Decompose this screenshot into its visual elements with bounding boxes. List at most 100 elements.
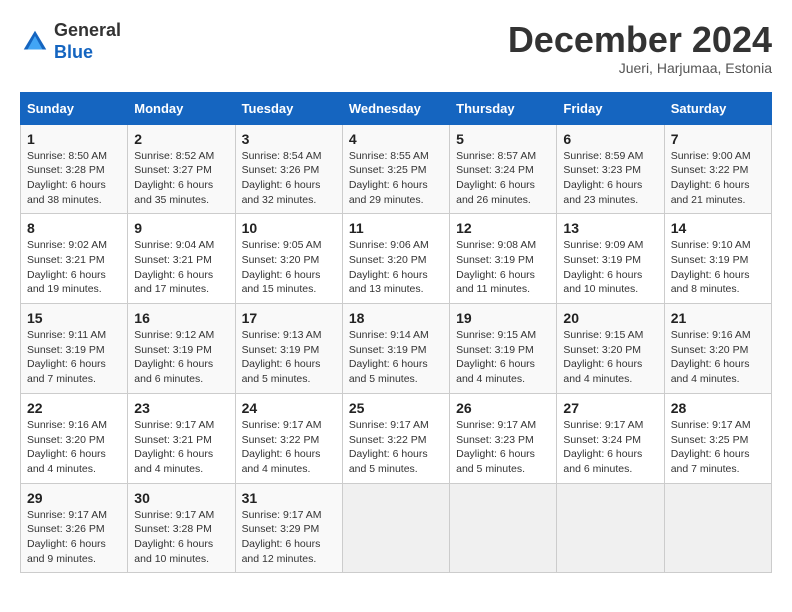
day-number: 18 bbox=[349, 310, 443, 326]
day-number: 13 bbox=[563, 220, 657, 236]
logo-blue: Blue bbox=[54, 42, 121, 64]
location-subtitle: Jueri, Harjumaa, Estonia bbox=[508, 60, 772, 76]
calendar-cell: 3Sunrise: 8:54 AM Sunset: 3:26 PM Daylig… bbox=[235, 124, 342, 214]
logo-text: General Blue bbox=[54, 20, 121, 63]
day-number: 30 bbox=[134, 490, 228, 506]
day-info: Sunrise: 9:02 AM Sunset: 3:21 PM Dayligh… bbox=[27, 238, 121, 297]
day-info: Sunrise: 9:00 AM Sunset: 3:22 PM Dayligh… bbox=[671, 149, 765, 208]
day-number: 14 bbox=[671, 220, 765, 236]
title-area: December 2024 Jueri, Harjumaa, Estonia bbox=[508, 20, 772, 76]
day-number: 6 bbox=[563, 131, 657, 147]
day-number: 3 bbox=[242, 131, 336, 147]
calendar-cell: 13 Sunrise: 9:09 AM Sunset: 3:19 PM Dayli… bbox=[557, 214, 664, 304]
logo-general: General bbox=[54, 20, 121, 42]
calendar-cell: 18Sunrise: 9:14 AM Sunset: 3:19 PM Dayli… bbox=[342, 304, 449, 394]
day-info: Sunrise: 9:12 AM Sunset: 3:19 PM Dayligh… bbox=[134, 328, 228, 387]
calendar-cell bbox=[664, 483, 771, 573]
calendar-cell: 2 Sunrise: 8:52 AM Sunset: 3:27 PM Daylig… bbox=[128, 124, 235, 214]
day-number: 17 bbox=[242, 310, 336, 326]
day-number: 23 bbox=[134, 400, 228, 416]
calendar-cell: 26Sunrise: 9:17 AM Sunset: 3:23 PM Dayli… bbox=[450, 393, 557, 483]
weekday-header: Sunday bbox=[21, 92, 128, 124]
weekday-header: Friday bbox=[557, 92, 664, 124]
day-number: 5 bbox=[456, 131, 550, 147]
calendar-week-row: 1 Sunrise: 8:50 AM Sunset: 3:28 PM Daylig… bbox=[21, 124, 772, 214]
day-info: Sunrise: 9:08 AM Sunset: 3:19 PM Dayligh… bbox=[456, 238, 550, 297]
calendar-cell: 17Sunrise: 9:13 AM Sunset: 3:19 PM Dayli… bbox=[235, 304, 342, 394]
day-number: 31 bbox=[242, 490, 336, 506]
day-info: Sunrise: 9:17 AM Sunset: 3:21 PM Dayligh… bbox=[134, 418, 228, 477]
day-info: Sunrise: 8:52 AM Sunset: 3:27 PM Dayligh… bbox=[134, 149, 228, 208]
day-info: Sunrise: 9:10 AM Sunset: 3:19 PM Dayligh… bbox=[671, 238, 765, 297]
day-number: 27 bbox=[563, 400, 657, 416]
calendar-table: SundayMondayTuesdayWednesdayThursdayFrid… bbox=[20, 92, 772, 574]
calendar-cell: 12 Sunrise: 9:08 AM Sunset: 3:19 PM Dayli… bbox=[450, 214, 557, 304]
calendar-cell: 7 Sunrise: 9:00 AM Sunset: 3:22 PM Daylig… bbox=[664, 124, 771, 214]
day-info: Sunrise: 9:15 AM Sunset: 3:19 PM Dayligh… bbox=[456, 328, 550, 387]
day-number: 19 bbox=[456, 310, 550, 326]
calendar-cell: 16 Sunrise: 9:12 AM Sunset: 3:19 PM Dayli… bbox=[128, 304, 235, 394]
day-number: 16 bbox=[134, 310, 228, 326]
calendar-week-row: 29 Sunrise: 9:17 AM Sunset: 3:26 PM Dayli… bbox=[21, 483, 772, 573]
day-info: Sunrise: 9:17 AM Sunset: 3:22 PM Dayligh… bbox=[242, 418, 336, 477]
day-number: 28 bbox=[671, 400, 765, 416]
day-info: Sunrise: 9:17 AM Sunset: 3:26 PM Dayligh… bbox=[27, 508, 121, 567]
page-header: General Blue December 2024 Jueri, Harjum… bbox=[20, 20, 772, 76]
weekday-header: Thursday bbox=[450, 92, 557, 124]
day-number: 2 bbox=[134, 131, 228, 147]
day-info: Sunrise: 9:17 AM Sunset: 3:24 PM Dayligh… bbox=[563, 418, 657, 477]
day-number: 11 bbox=[349, 220, 443, 236]
logo-icon bbox=[20, 27, 50, 57]
day-number: 7 bbox=[671, 131, 765, 147]
day-info: Sunrise: 9:17 AM Sunset: 3:29 PM Dayligh… bbox=[242, 508, 336, 567]
day-number: 25 bbox=[349, 400, 443, 416]
calendar-week-row: 8 Sunrise: 9:02 AM Sunset: 3:21 PM Daylig… bbox=[21, 214, 772, 304]
day-number: 1 bbox=[27, 131, 121, 147]
calendar-cell: 29 Sunrise: 9:17 AM Sunset: 3:26 PM Dayli… bbox=[21, 483, 128, 573]
day-info: Sunrise: 9:17 AM Sunset: 3:25 PM Dayligh… bbox=[671, 418, 765, 477]
calendar-cell bbox=[450, 483, 557, 573]
day-info: Sunrise: 8:50 AM Sunset: 3:28 PM Dayligh… bbox=[27, 149, 121, 208]
day-number: 10 bbox=[242, 220, 336, 236]
calendar-week-row: 15Sunrise: 9:11 AM Sunset: 3:19 PM Dayli… bbox=[21, 304, 772, 394]
day-number: 26 bbox=[456, 400, 550, 416]
day-info: Sunrise: 9:05 AM Sunset: 3:20 PM Dayligh… bbox=[242, 238, 336, 297]
calendar-week-row: 22Sunrise: 9:16 AM Sunset: 3:20 PM Dayli… bbox=[21, 393, 772, 483]
calendar-header-row: SundayMondayTuesdayWednesdayThursdayFrid… bbox=[21, 92, 772, 124]
day-number: 8 bbox=[27, 220, 121, 236]
calendar-cell: 25 Sunrise: 9:17 AM Sunset: 3:22 PM Dayli… bbox=[342, 393, 449, 483]
calendar-cell: 19 Sunrise: 9:15 AM Sunset: 3:19 PM Dayli… bbox=[450, 304, 557, 394]
calendar-cell: 23 Sunrise: 9:17 AM Sunset: 3:21 PM Dayli… bbox=[128, 393, 235, 483]
day-number: 12 bbox=[456, 220, 550, 236]
day-info: Sunrise: 8:55 AM Sunset: 3:25 PM Dayligh… bbox=[349, 149, 443, 208]
calendar-cell: 11 Sunrise: 9:06 AM Sunset: 3:20 PM Dayli… bbox=[342, 214, 449, 304]
day-info: Sunrise: 9:16 AM Sunset: 3:20 PM Dayligh… bbox=[671, 328, 765, 387]
day-info: Sunrise: 9:06 AM Sunset: 3:20 PM Dayligh… bbox=[349, 238, 443, 297]
day-info: Sunrise: 8:59 AM Sunset: 3:23 PM Dayligh… bbox=[563, 149, 657, 208]
calendar-cell: 8 Sunrise: 9:02 AM Sunset: 3:21 PM Daylig… bbox=[21, 214, 128, 304]
calendar-cell bbox=[342, 483, 449, 573]
calendar-cell bbox=[557, 483, 664, 573]
weekday-header: Tuesday bbox=[235, 92, 342, 124]
calendar-cell: 30 Sunrise: 9:17 AM Sunset: 3:28 PM Dayli… bbox=[128, 483, 235, 573]
day-info: Sunrise: 9:16 AM Sunset: 3:20 PM Dayligh… bbox=[27, 418, 121, 477]
calendar-cell: 24Sunrise: 9:17 AM Sunset: 3:22 PM Dayli… bbox=[235, 393, 342, 483]
day-number: 20 bbox=[563, 310, 657, 326]
day-number: 9 bbox=[134, 220, 228, 236]
calendar-cell: 22Sunrise: 9:16 AM Sunset: 3:20 PM Dayli… bbox=[21, 393, 128, 483]
weekday-header: Saturday bbox=[664, 92, 771, 124]
month-title: December 2024 bbox=[508, 20, 772, 60]
calendar-cell: 31 Sunrise: 9:17 AM Sunset: 3:29 PM Dayli… bbox=[235, 483, 342, 573]
calendar-cell: 5Sunrise: 8:57 AM Sunset: 3:24 PM Daylig… bbox=[450, 124, 557, 214]
calendar-cell: 14 Sunrise: 9:10 AM Sunset: 3:19 PM Dayli… bbox=[664, 214, 771, 304]
day-number: 4 bbox=[349, 131, 443, 147]
day-info: Sunrise: 9:11 AM Sunset: 3:19 PM Dayligh… bbox=[27, 328, 121, 387]
day-number: 29 bbox=[27, 490, 121, 506]
logo: General Blue bbox=[20, 20, 121, 63]
calendar-cell: 4 Sunrise: 8:55 AM Sunset: 3:25 PM Daylig… bbox=[342, 124, 449, 214]
day-info: Sunrise: 9:15 AM Sunset: 3:20 PM Dayligh… bbox=[563, 328, 657, 387]
day-info: Sunrise: 9:17 AM Sunset: 3:28 PM Dayligh… bbox=[134, 508, 228, 567]
day-info: Sunrise: 9:17 AM Sunset: 3:22 PM Dayligh… bbox=[349, 418, 443, 477]
day-info: Sunrise: 9:09 AM Sunset: 3:19 PM Dayligh… bbox=[563, 238, 657, 297]
calendar-cell: 20 Sunrise: 9:15 AM Sunset: 3:20 PM Dayli… bbox=[557, 304, 664, 394]
